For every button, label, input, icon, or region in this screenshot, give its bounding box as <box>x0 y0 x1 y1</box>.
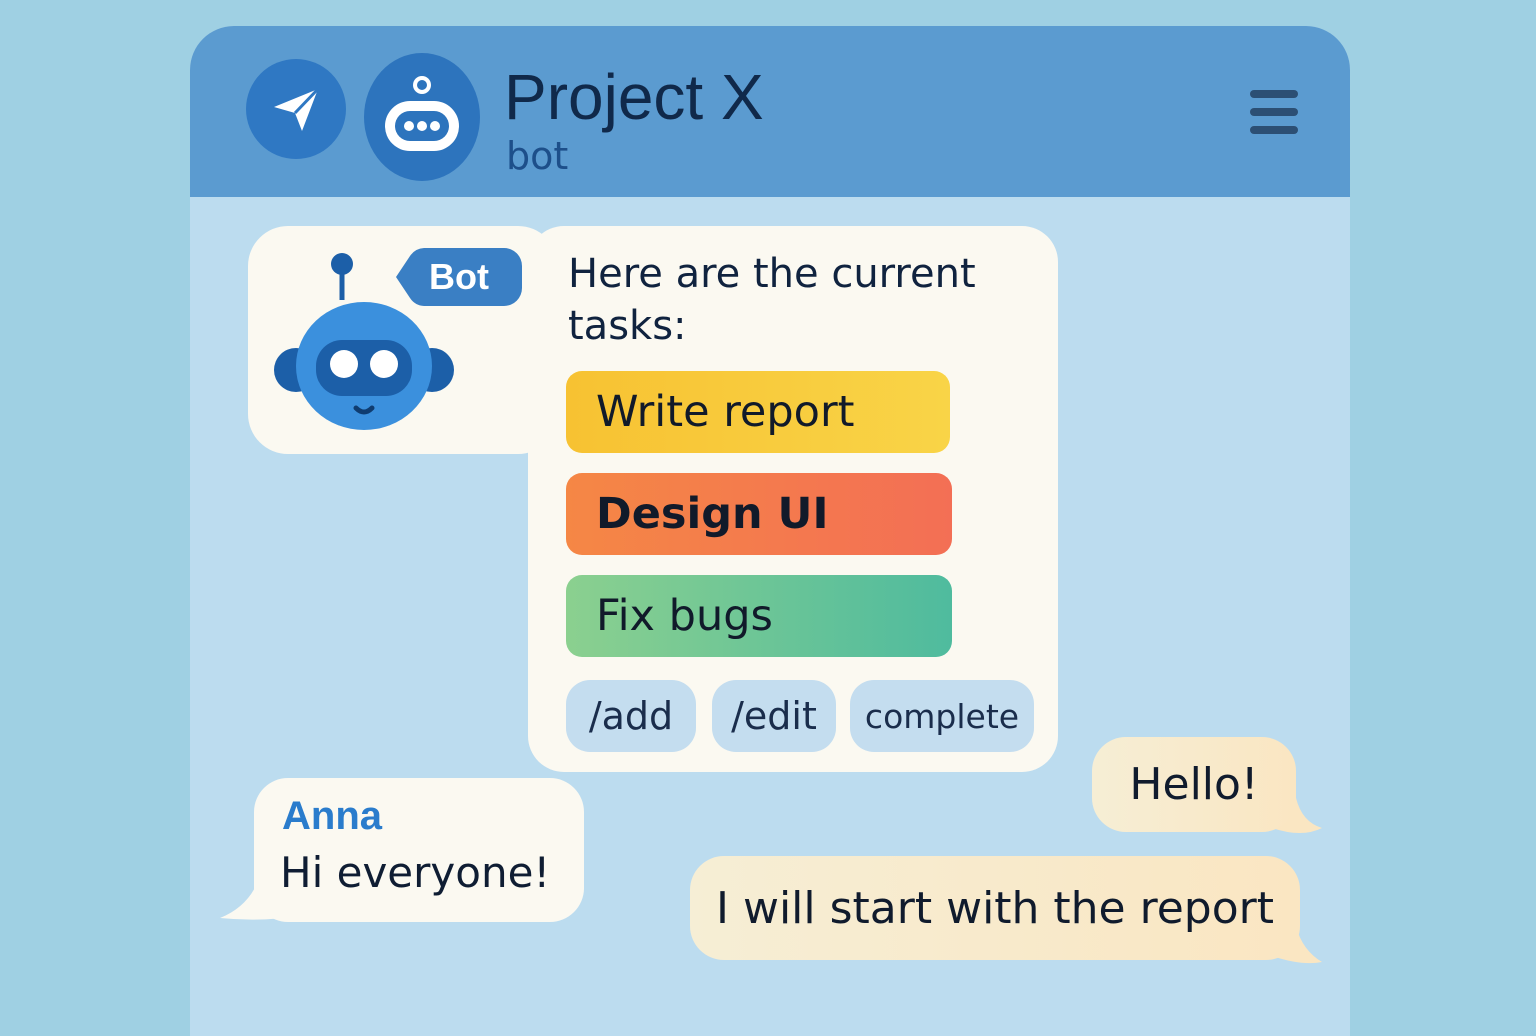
command-complete-button[interactable]: complete <box>850 680 1034 752</box>
own-message-hello: Hello! <box>1092 737 1296 832</box>
anna-sender-name: Anna <box>282 794 382 838</box>
bot-sender-badge: Bot <box>394 244 524 310</box>
chat-header: Project X bot <box>190 26 1350 197</box>
bot-message-text: Here are the current tasks: <box>568 251 976 349</box>
bot-badge-label: Bot <box>429 256 489 297</box>
task-write-report[interactable]: Write report <box>566 371 950 453</box>
command-edit-button[interactable]: /edit <box>712 680 836 752</box>
task-design-ui[interactable]: Design UI <box>566 473 952 555</box>
task-fix-bugs[interactable]: Fix bugs <box>566 575 952 657</box>
command-add-button[interactable]: /add <box>566 680 696 752</box>
hamburger-menu-icon[interactable] <box>1250 86 1300 140</box>
chat-window: Project X bot Bot Here are the current t… <box>190 26 1350 1036</box>
own-message-report: I will start with the report <box>690 856 1300 960</box>
robot-avatar-icon[interactable] <box>364 53 480 181</box>
anna-message-text: Hi everyone! <box>280 848 551 897</box>
chat-subtitle: bot <box>506 134 569 178</box>
chat-title: Project X <box>504 61 764 133</box>
telegram-plane-icon[interactable] <box>246 59 346 159</box>
